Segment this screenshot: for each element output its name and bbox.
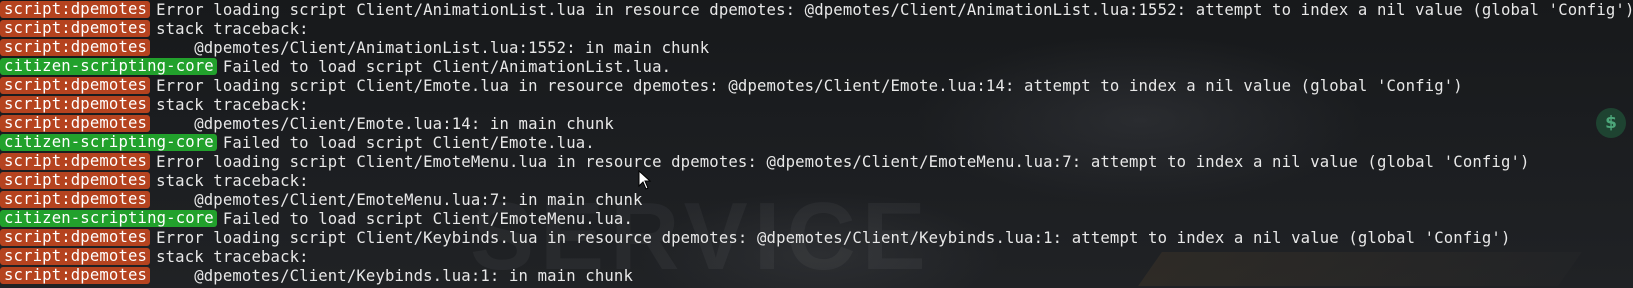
log-message: Failed to load script Client/EmoteMenu.l… [222, 209, 633, 228]
resource-tag: script:dpemotes [0, 267, 151, 284]
log-message: stack traceback: [156, 95, 309, 114]
resource-tag: citizen-scripting-core [0, 210, 217, 227]
resource-tag: script:dpemotes [0, 20, 151, 37]
console-line: script:dpemotes Error loading script Clie… [0, 0, 1633, 19]
resource-tag: script:dpemotes [0, 77, 151, 94]
log-message: Failed to load script Client/AnimationLi… [222, 57, 672, 76]
log-message: stack traceback: [156, 171, 309, 190]
log-message: @dpemotes/Client/Emote.lua:14: in main c… [156, 114, 614, 133]
resource-tag: script:dpemotes [0, 115, 151, 132]
console-line: script:dpemotes @dpemotes/Client/EmoteMe… [0, 190, 1633, 209]
log-message: @dpemotes/Client/AnimationList.lua:1552:… [156, 38, 710, 57]
console-line: script:dpemotes stack traceback: [0, 247, 1633, 266]
log-message: Error loading script Client/AnimationLis… [156, 0, 1633, 19]
resource-tag: script:dpemotes [0, 191, 151, 208]
console-line: citizen-scripting-core Failed to load scr… [0, 209, 1633, 228]
log-message: Error loading script Client/EmoteMenu.lu… [156, 152, 1530, 171]
resource-tag: script:dpemotes [0, 172, 151, 189]
console-line: script:dpemotes stack traceback: [0, 171, 1633, 190]
console-line: script:dpemotes @dpemotes/Client/Animati… [0, 38, 1633, 57]
log-message: stack traceback: [156, 19, 309, 38]
log-message: @dpemotes/Client/EmoteMenu.lua:7: in mai… [156, 190, 643, 209]
console-line: script:dpemotes stack traceback: [0, 19, 1633, 38]
console-line: script:dpemotes Error loading script Clie… [0, 152, 1633, 171]
console-line: script:dpemotes Error loading script Clie… [0, 76, 1633, 95]
resource-tag: script:dpemotes [0, 1, 151, 18]
console-line: script:dpemotes @dpemotes/Client/Emote.l… [0, 114, 1633, 133]
console-line: citizen-scripting-core Failed to load scr… [0, 133, 1633, 152]
console-line: script:dpemotes Error loading script Clie… [0, 228, 1633, 247]
log-message: Error loading script Client/Emote.lua in… [156, 76, 1463, 95]
resource-tag: script:dpemotes [0, 153, 151, 170]
console-log[interactable]: script:dpemotes Error loading script Clie… [0, 0, 1633, 285]
resource-tag: script:dpemotes [0, 96, 151, 113]
resource-tag: script:dpemotes [0, 229, 151, 246]
mouse-cursor-icon [638, 170, 652, 190]
resource-tag: script:dpemotes [0, 39, 151, 56]
log-message: Failed to load script Client/Emote.lua. [222, 133, 595, 152]
log-message: Error loading script Client/Keybinds.lua… [156, 228, 1511, 247]
resource-tag: citizen-scripting-core [0, 58, 217, 75]
resource-tag: citizen-scripting-core [0, 134, 217, 151]
resource-tag: script:dpemotes [0, 248, 151, 265]
console-line: script:dpemotes @dpemotes/Client/Keybind… [0, 266, 1633, 285]
console-line: citizen-scripting-core Failed to load scr… [0, 57, 1633, 76]
log-message: @dpemotes/Client/Keybinds.lua:1: in main… [156, 266, 633, 285]
log-message: stack traceback: [156, 247, 309, 266]
console-line: script:dpemotes stack traceback: [0, 95, 1633, 114]
